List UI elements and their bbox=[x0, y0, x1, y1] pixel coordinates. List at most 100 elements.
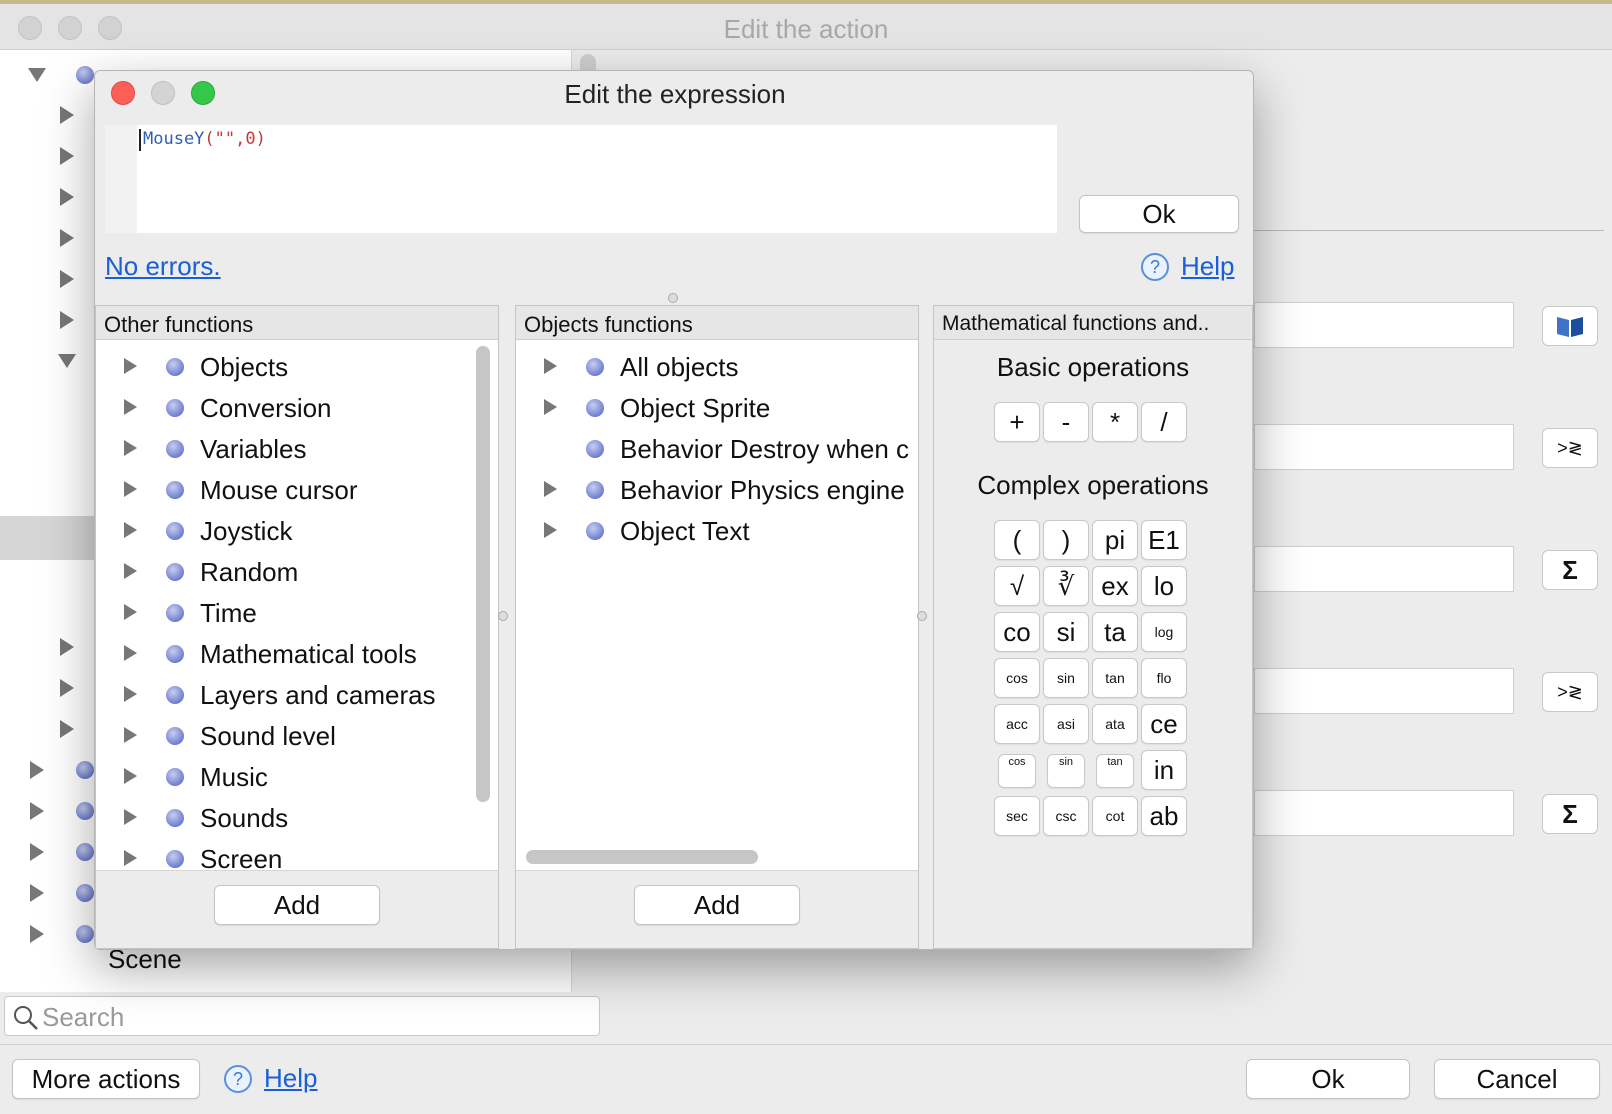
list-item[interactable]: Variables bbox=[96, 428, 468, 470]
list-item[interactable]: Behavior Destroy when c bbox=[516, 428, 918, 470]
expand-arrow-icon[interactable] bbox=[124, 727, 137, 743]
expand-arrow-icon[interactable] bbox=[124, 604, 137, 620]
math-operator-button[interactable]: ) bbox=[1043, 520, 1089, 560]
math-operator-button[interactable]: ex bbox=[1092, 566, 1138, 606]
add-object-function-button[interactable]: Add bbox=[634, 885, 800, 925]
sigma-icon[interactable]: Σ bbox=[1542, 794, 1598, 834]
splitter-handle[interactable] bbox=[498, 611, 508, 621]
math-operator-button[interactable]: csc bbox=[1043, 796, 1089, 836]
expand-arrow-icon[interactable] bbox=[30, 884, 44, 902]
math-operator-button[interactable]: pi bbox=[1092, 520, 1138, 560]
math-operator-button[interactable]: flo bbox=[1141, 658, 1187, 698]
expression-editor[interactable]: MouseY("",0) bbox=[137, 125, 1057, 233]
math-operator-button[interactable]: - bbox=[1043, 402, 1089, 442]
math-operator-button[interactable]: sin bbox=[1047, 754, 1085, 788]
horizontal-scrollbar[interactable] bbox=[526, 850, 758, 864]
errors-status-link[interactable]: No errors. bbox=[105, 251, 221, 282]
list-item[interactable]: Object Sprite bbox=[516, 387, 918, 429]
expand-arrow-icon[interactable] bbox=[124, 809, 137, 825]
math-operator-button[interactable]: + bbox=[994, 402, 1040, 442]
parameter-field[interactable] bbox=[1254, 790, 1514, 836]
math-operator-button[interactable]: ∛ bbox=[1043, 566, 1089, 606]
tree-selected-row[interactable] bbox=[0, 516, 94, 560]
math-operator-button[interactable]: √ bbox=[994, 566, 1040, 606]
list-item[interactable]: Behavior Physics engine bbox=[516, 469, 918, 511]
expand-arrow-icon[interactable] bbox=[124, 399, 137, 415]
expand-arrow-icon[interactable] bbox=[60, 229, 74, 247]
parameter-field[interactable] bbox=[1254, 668, 1514, 714]
list-item[interactable]: Time bbox=[96, 592, 468, 634]
book-icon[interactable] bbox=[1542, 306, 1598, 346]
sigma-icon[interactable]: Σ bbox=[1542, 550, 1598, 590]
collapse-arrow-icon[interactable] bbox=[58, 354, 76, 368]
list-item[interactable]: Mathematical tools bbox=[96, 633, 468, 675]
list-item[interactable]: Music bbox=[96, 756, 468, 798]
math-operator-button[interactable]: * bbox=[1092, 402, 1138, 442]
expand-arrow-icon[interactable] bbox=[544, 399, 557, 415]
expand-arrow-icon[interactable] bbox=[30, 802, 44, 820]
splitter-handle[interactable] bbox=[668, 293, 678, 303]
math-operator-button[interactable]: / bbox=[1141, 402, 1187, 442]
expand-arrow-icon[interactable] bbox=[124, 686, 137, 702]
list-item[interactable]: Conversion bbox=[96, 387, 468, 429]
expand-arrow-icon[interactable] bbox=[124, 645, 137, 661]
expand-arrow-icon[interactable] bbox=[124, 768, 137, 784]
math-operator-button[interactable]: co bbox=[994, 612, 1040, 652]
list-item[interactable]: Random bbox=[96, 551, 468, 593]
math-operator-button[interactable]: sec bbox=[994, 796, 1040, 836]
math-operator-button[interactable]: sin bbox=[1043, 658, 1089, 698]
dialog-ok-button[interactable]: Ok bbox=[1079, 195, 1239, 233]
math-operator-button[interactable]: ( bbox=[994, 520, 1040, 560]
list-item[interactable]: All objects bbox=[516, 346, 918, 388]
ok-button[interactable]: Ok bbox=[1246, 1059, 1410, 1099]
expand-arrow-icon[interactable] bbox=[60, 311, 74, 329]
expand-arrow-icon[interactable] bbox=[544, 358, 557, 374]
expand-arrow-icon[interactable] bbox=[124, 481, 137, 497]
math-operator-button[interactable]: asi bbox=[1043, 704, 1089, 744]
expand-arrow-icon[interactable] bbox=[124, 850, 137, 866]
math-operator-button[interactable]: cot bbox=[1092, 796, 1138, 836]
expand-arrow-icon[interactable] bbox=[124, 440, 137, 456]
compare-icon[interactable]: >≷ bbox=[1542, 428, 1598, 468]
math-operator-button[interactable]: ta bbox=[1092, 612, 1138, 652]
cancel-button[interactable]: Cancel bbox=[1434, 1059, 1600, 1099]
expand-arrow-icon[interactable] bbox=[60, 720, 74, 738]
expand-arrow-icon[interactable] bbox=[60, 270, 74, 288]
vertical-scrollbar[interactable] bbox=[476, 346, 490, 802]
expand-arrow-icon[interactable] bbox=[124, 358, 137, 374]
math-operator-button[interactable]: cos bbox=[994, 658, 1040, 698]
math-operator-button[interactable]: tan bbox=[1092, 658, 1138, 698]
expand-arrow-icon[interactable] bbox=[544, 481, 557, 497]
expand-arrow-icon[interactable] bbox=[60, 106, 74, 124]
list-item[interactable]: Joystick bbox=[96, 510, 468, 552]
math-operator-button[interactable]: log bbox=[1141, 612, 1187, 652]
list-item[interactable]: Object Text bbox=[516, 510, 918, 552]
expand-arrow-icon[interactable] bbox=[30, 761, 44, 779]
list-item[interactable]: Layers and cameras bbox=[96, 674, 468, 716]
expand-arrow-icon[interactable] bbox=[124, 522, 137, 538]
objects-functions-list[interactable]: All objects Object Sprite Behavior Destroy… bbox=[516, 340, 918, 830]
math-operator-button[interactable]: tan bbox=[1096, 754, 1134, 788]
parameter-field[interactable] bbox=[1254, 424, 1514, 470]
expand-arrow-icon[interactable] bbox=[28, 68, 46, 82]
list-item[interactable]: Mouse cursor bbox=[96, 469, 468, 511]
more-actions-button[interactable]: More actions bbox=[12, 1059, 200, 1099]
math-operator-button[interactable]: E1 bbox=[1141, 520, 1187, 560]
list-item[interactable]: Screen bbox=[96, 838, 468, 870]
parameter-field[interactable] bbox=[1254, 546, 1514, 592]
math-operator-button[interactable]: si bbox=[1043, 612, 1089, 652]
compare-icon[interactable]: >≷ bbox=[1542, 672, 1598, 712]
expand-arrow-icon[interactable] bbox=[544, 522, 557, 538]
expand-arrow-icon[interactable] bbox=[30, 925, 44, 943]
help-link[interactable]: Help bbox=[264, 1063, 317, 1094]
expand-arrow-icon[interactable] bbox=[60, 679, 74, 697]
expand-arrow-icon[interactable] bbox=[124, 563, 137, 579]
math-operator-button[interactable]: ce bbox=[1141, 704, 1187, 744]
list-item[interactable]: Sound level bbox=[96, 715, 468, 757]
math-operator-button[interactable]: ab bbox=[1141, 796, 1187, 836]
math-operator-button[interactable]: in bbox=[1141, 750, 1187, 790]
splitter-handle[interactable] bbox=[917, 611, 927, 621]
math-operator-button[interactable]: cos bbox=[998, 754, 1036, 788]
expand-arrow-icon[interactable] bbox=[60, 147, 74, 165]
parameter-field[interactable] bbox=[1254, 302, 1514, 348]
